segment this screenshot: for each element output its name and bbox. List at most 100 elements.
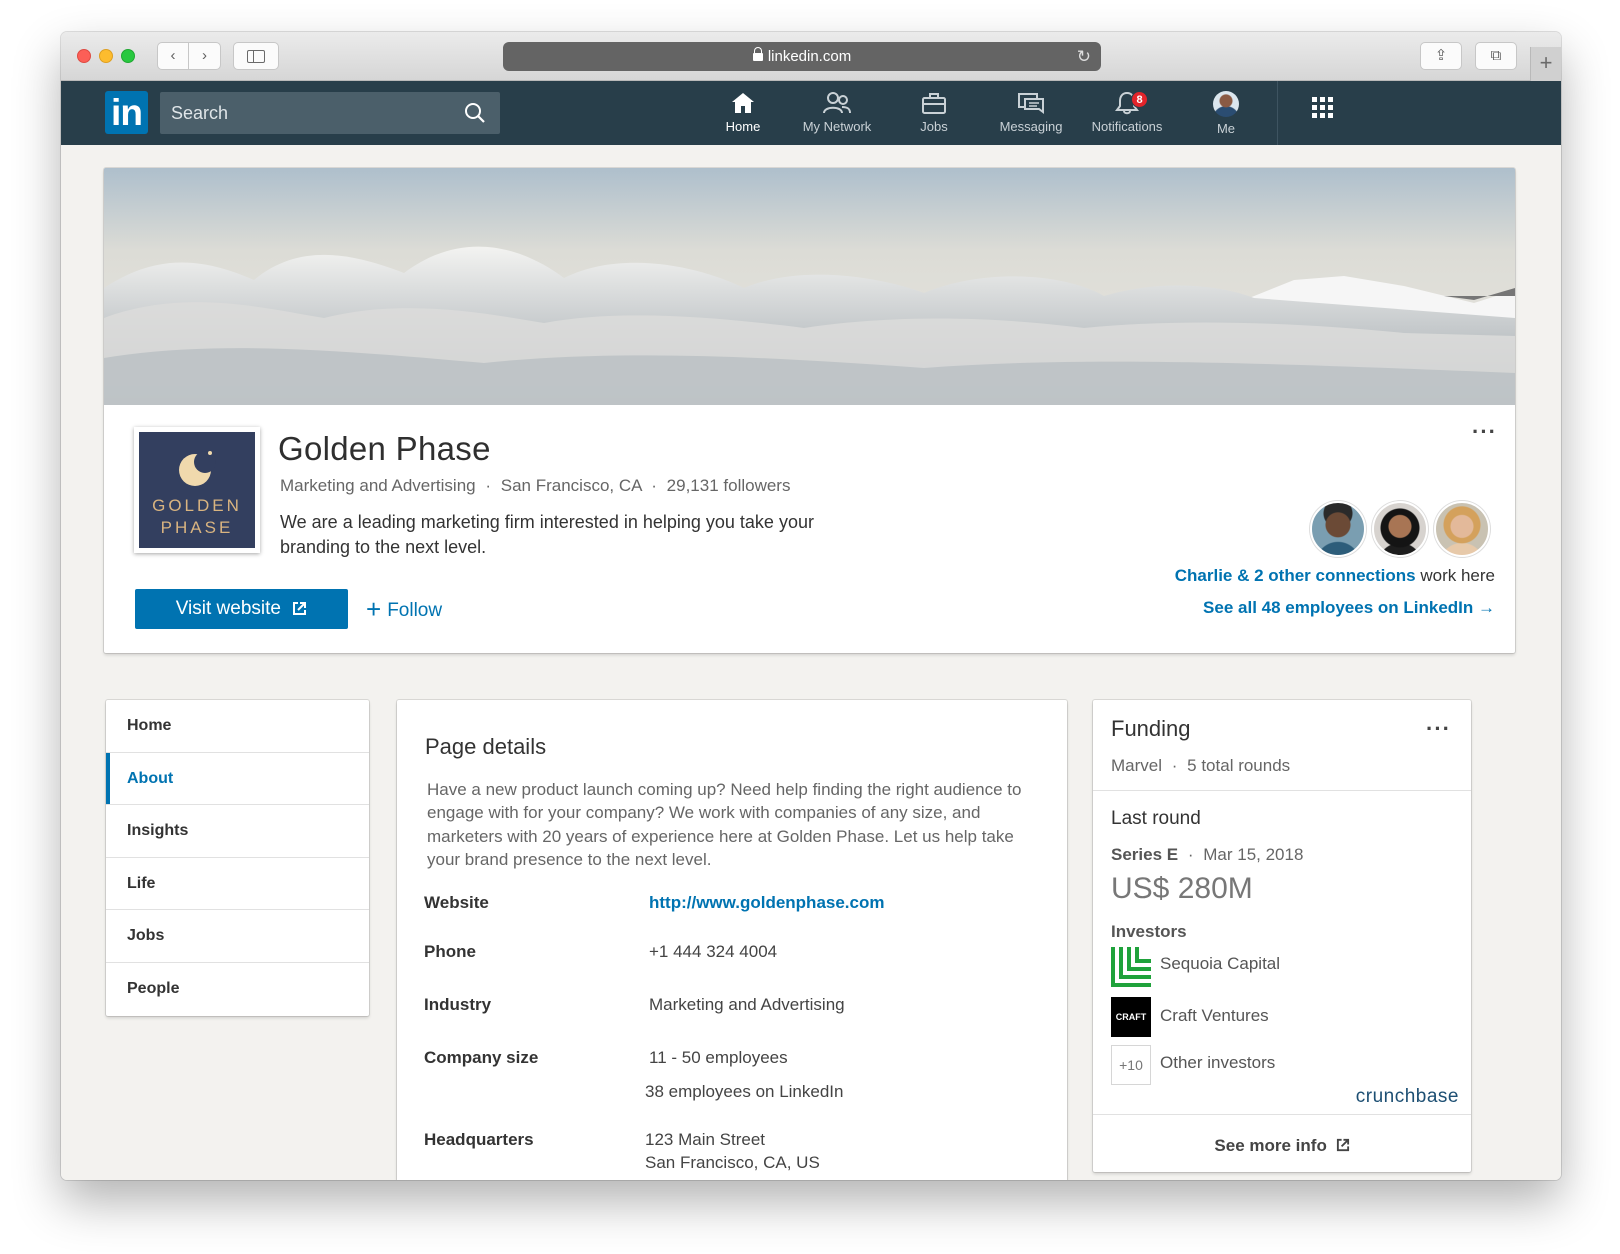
meta-separator: · (651, 476, 657, 495)
funding-rounds: 5 total rounds (1187, 756, 1291, 775)
follow-button[interactable]: + Follow (366, 594, 442, 626)
section-nav-insights[interactable]: Insights (106, 805, 369, 858)
tab-overview-button[interactable]: ⧉ (1475, 42, 1517, 70)
craft-logo: CRAFT (1111, 997, 1151, 1037)
browser-titlebar: ‹ › linkedin.com ↻ ⇪ ⧉ + (61, 32, 1561, 81)
section-nav-jobs[interactable]: Jobs (106, 910, 369, 963)
avatar[interactable] (1434, 501, 1490, 557)
zoom-window-button[interactable] (121, 49, 135, 63)
funding-title: Funding (1111, 716, 1191, 741)
messaging-icon (1018, 93, 1044, 114)
company-industry: Marketing and Advertising (280, 476, 476, 495)
visit-website-button[interactable]: Visit website (135, 589, 348, 629)
avatar[interactable] (1310, 501, 1366, 557)
linkedin-logo[interactable]: in (105, 91, 148, 134)
nav-jobs-label: Jobs (920, 119, 948, 134)
sidebar-toggle-button[interactable] (233, 42, 279, 70)
avatar (1213, 91, 1239, 117)
last-round-date: Mar 15, 2018 (1203, 845, 1304, 864)
logo-text-line-2: PHASE (160, 518, 234, 537)
meta-separator: · (1187, 845, 1194, 864)
last-round-heading: Last round (1111, 808, 1201, 829)
industry-value: Marketing and Advertising (649, 995, 845, 1014)
history-nav: ‹ › (157, 42, 221, 70)
connections-link[interactable]: Charlie & 2 other connections (1175, 566, 1416, 585)
page-details-card: Page details Have a new product launch c… (397, 700, 1067, 1180)
sidebar-icon (247, 49, 265, 63)
section-nav-people[interactable]: People (106, 963, 369, 1016)
investor-name[interactable]: Craft Ventures (1160, 1006, 1269, 1026)
crunchbase-logo[interactable]: crunchbase (1356, 1086, 1459, 1108)
website-link[interactable]: http://www.goldenphase.com (649, 893, 885, 913)
funding-card: Funding ··· Marvel · 5 total rounds Last… (1093, 700, 1471, 1172)
connection-avatars (1310, 501, 1495, 557)
lock-icon (752, 47, 763, 61)
see-all-label: See all 48 employees on LinkedIn (1203, 598, 1474, 617)
employees-on-linkedin[interactable]: 38 employees on LinkedIn (645, 1082, 843, 1102)
series-label[interactable]: Series E (1111, 845, 1178, 864)
browser-window: ‹› linkedin.com ↻ ⇪ ⧉ + in Home My Netwo… (61, 32, 1561, 1180)
section-nav-life[interactable]: Life (106, 858, 369, 911)
meta-separator: · (1171, 756, 1178, 775)
last-round-amount: US$ 280M (1111, 872, 1253, 905)
connections-line: Charlie & 2 other connections work here (1175, 566, 1495, 586)
nav-home[interactable]: Home (697, 91, 789, 134)
nav-notifications[interactable]: 8 Notifications (1081, 91, 1173, 134)
investor-name[interactable]: Other investors (1160, 1053, 1275, 1073)
headquarters-label: Headquarters (424, 1130, 534, 1149)
home-icon (732, 93, 754, 113)
page-content: GOLDEN PHASE Golden Phase Marketing and … (61, 145, 1561, 1180)
page-details-title: Page details (425, 734, 547, 759)
company-meta: Marketing and Advertising · San Francisc… (280, 476, 790, 496)
sequoia-logo (1111, 947, 1151, 987)
see-more-info-link[interactable]: See more info (1093, 1136, 1471, 1156)
reload-icon[interactable]: ↻ (1077, 42, 1091, 71)
search-input[interactable] (160, 92, 450, 134)
company-tagline: We are a leading marketing firm interest… (280, 512, 814, 557)
more-options-button[interactable]: ··· (1472, 421, 1497, 443)
briefcase-icon (922, 93, 946, 114)
forward-button[interactable]: › (189, 43, 220, 69)
address-bar[interactable]: linkedin.com ↻ (503, 42, 1101, 71)
funding-summary: Marvel · 5 total rounds (1111, 756, 1290, 776)
share-button[interactable]: ⇪ (1420, 42, 1462, 70)
plus-icon: + (366, 594, 382, 624)
cover-image (104, 168, 1515, 405)
website-label: Website (424, 893, 489, 912)
logo-text-line-1: GOLDEN (152, 496, 242, 515)
nav-messaging[interactable]: Messaging (985, 91, 1077, 134)
nav-notifications-label: Notifications (1091, 119, 1163, 134)
back-button[interactable]: ‹ (158, 43, 189, 69)
share-icon: ⇪ (1434, 47, 1448, 64)
divider (1093, 790, 1471, 791)
avatar[interactable] (1372, 501, 1428, 557)
close-window-button[interactable] (77, 49, 91, 63)
linkedin-navbar: in Home My Network Jobs Messaging 8 Noti… (61, 81, 1561, 145)
nav-jobs[interactable]: Jobs (888, 91, 980, 134)
nav-me[interactable]: Me (1180, 91, 1272, 136)
search-icon[interactable] (464, 102, 486, 124)
company-logo: GOLDEN PHASE (134, 427, 260, 553)
moon-icon (179, 451, 216, 486)
company-logo-mark: GOLDEN PHASE (139, 432, 255, 548)
tabs-icon: ⧉ (1490, 47, 1502, 64)
last-round-meta: Series E · Mar 15, 2018 (1111, 845, 1303, 865)
see-all-employees-link[interactable]: See all 48 employees on LinkedIn → (1203, 598, 1495, 618)
funding-more-button[interactable]: ··· (1426, 718, 1451, 740)
company-size-label: Company size (424, 1048, 539, 1067)
section-nav-about[interactable]: About (106, 752, 369, 806)
phone-value: +1 444 324 4004 (649, 942, 778, 961)
follow-label: Follow (387, 600, 443, 621)
headquarters-line-1: 123 Main Street (645, 1130, 766, 1149)
stage: ‹› linkedin.com ↻ ⇪ ⧉ + in Home My Netwo… (0, 0, 1620, 1254)
section-nav-home[interactable]: Home (106, 700, 369, 753)
network-icon (823, 92, 851, 114)
more-investors-badge: +10 (1111, 1045, 1151, 1085)
nav-me-label: Me (1216, 121, 1236, 136)
investor-name[interactable]: Sequoia Capital (1160, 954, 1280, 974)
minimize-window-button[interactable] (99, 49, 113, 63)
apps-grid-icon[interactable] (1312, 97, 1334, 119)
arrow-right-icon: → (1478, 598, 1495, 617)
new-tab-button[interactable]: + (1530, 47, 1561, 81)
nav-my-network[interactable]: My Network (791, 91, 883, 134)
